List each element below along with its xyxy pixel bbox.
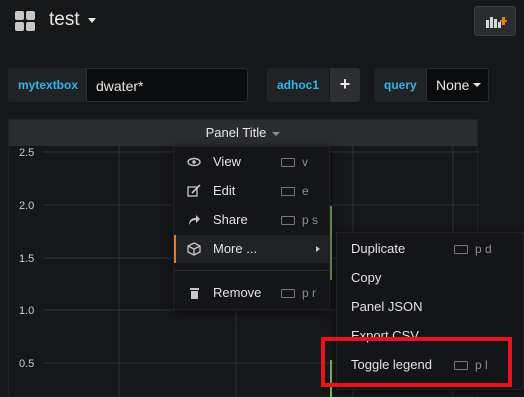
shortcut-text: p s [302,213,319,227]
highlight-annotation-box [321,337,512,387]
mytextbox-label: mytextbox [8,68,89,102]
keyboard-icon [281,187,295,196]
menu-item-more[interactable]: More ... [174,235,329,263]
submenu-item-duplicate[interactable]: Duplicate p d [337,235,523,263]
menu-item-label: View [213,154,241,169]
keyboard-icon [281,289,295,298]
keyboard-icon [454,245,468,254]
share-icon [189,215,200,225]
keyboard-icon [281,216,295,225]
adhoc-add-button[interactable]: + [330,68,360,102]
menu-item-remove[interactable]: Remove p r [174,279,329,307]
keyboard-icon [281,158,295,167]
panel-dropdown-menu: View v Edit e Share p s More ... Remove … [173,146,330,310]
mytextbox-input[interactable]: dwater* [86,68,248,102]
dashboard-grid-icon[interactable] [15,11,36,32]
menu-item-label: Share [213,212,248,227]
panel-menu-caret-icon[interactable] [272,131,281,136]
y-tick-label: 1.0 [19,305,34,317]
shortcut-text: p d [475,242,492,256]
y-tick-label: 1.5 [19,253,34,265]
y-tick-label: 2.0 [19,200,34,212]
eye-icon [187,157,201,167]
top-navbar: test [0,0,524,44]
submenu-item-label: Copy [351,270,382,285]
add-panel-button[interactable] [474,6,516,36]
submenu-item-panel-json[interactable]: Panel JSON [337,293,523,321]
cube-icon [187,242,201,256]
caret-down-icon [473,83,481,87]
menu-item-view[interactable]: View v [174,148,329,176]
menu-divider [174,270,329,271]
menu-item-label: More ... [213,241,258,256]
submenu-item-label: Duplicate [351,241,406,256]
dashboard-title[interactable]: test [49,9,80,31]
chevron-down-icon[interactable] [88,18,96,23]
query-select-value: None [436,77,470,93]
adhoc-label: adhoc1 [267,68,330,102]
submenu-item-copy[interactable]: Copy [337,264,523,292]
menu-item-label: Remove [213,285,262,300]
add-panel-icon [486,17,507,28]
edit-icon [187,184,201,197]
query-select[interactable]: None [426,68,489,102]
y-tick-label: 2.5 [19,147,34,159]
submenu-item-label: Panel JSON [351,299,423,314]
shortcut-text: p r [302,286,317,300]
shortcut-text: v [302,155,308,169]
menu-item-label: Edit [213,183,236,198]
menu-item-share[interactable]: Share p s [174,206,329,234]
panel-header[interactable]: Panel Title [9,120,477,146]
panel-title[interactable]: Panel Title [206,125,267,140]
y-tick-label: 0.5 [19,358,34,370]
query-label: query [374,68,427,102]
trash-icon [190,288,199,299]
shortcut-text: e [302,184,309,198]
chevron-right-icon [316,246,320,252]
menu-item-edit[interactable]: Edit e [174,177,329,205]
